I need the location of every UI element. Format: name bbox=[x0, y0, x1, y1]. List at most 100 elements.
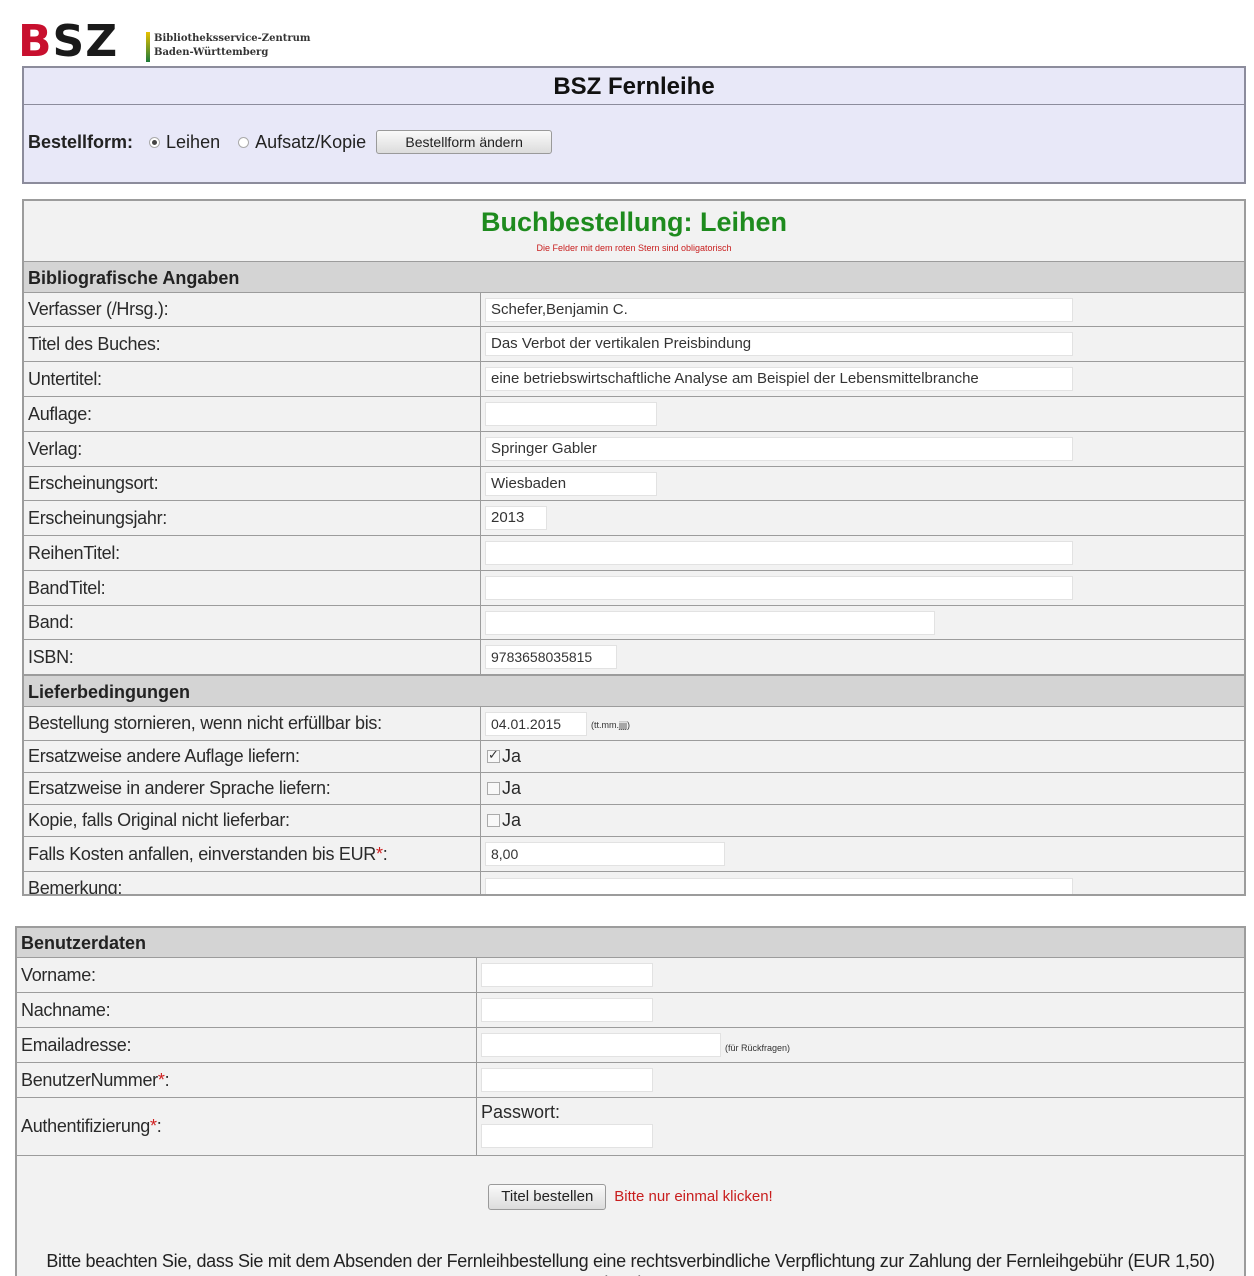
label-nachname: Nachname: bbox=[21, 999, 111, 1020]
input-bemerkung[interactable] bbox=[485, 878, 1073, 894]
input-band[interactable] bbox=[485, 611, 935, 635]
row-kosten: Falls Kosten anfallen, einverstanden bis… bbox=[24, 837, 1244, 872]
label-kopie: Kopie, falls Original nicht lieferbar: bbox=[28, 810, 290, 830]
bestellform-aendern-button[interactable]: Bestellform ändern bbox=[376, 130, 553, 154]
row-email: Emailadresse: (für Rückfragen) bbox=[17, 1028, 1244, 1063]
logo-text: Bibliotheksservice-Zentrum Baden-Württem… bbox=[154, 32, 344, 60]
radio-leihen-label: Leihen bbox=[166, 131, 221, 152]
row-authentifizierung: Authentifizierung *: Passwort: bbox=[17, 1098, 1244, 1156]
checkbox-andere-auflage[interactable]: Ja bbox=[487, 741, 521, 772]
label-andere-auflage: Ersatzweise andere Auflage liefern: bbox=[28, 746, 300, 766]
checkbox-kopie-label: Ja bbox=[502, 810, 522, 830]
row-andere-auflage: Ersatzweise andere Auflage liefern: Ja bbox=[24, 741, 1244, 773]
checkbox-andere-sprache-label: Ja bbox=[502, 778, 522, 798]
section-lieferbedingungen: Lieferbedingungen bbox=[24, 675, 1244, 707]
logo-color-bar bbox=[146, 32, 150, 62]
row-verfasser: Verfasser (/Hrsg.): Schefer,Benjamin C. bbox=[24, 293, 1244, 327]
label-bandtitel: BandTitel: bbox=[28, 577, 106, 598]
input-untertitel[interactable]: eine betriebswirtschaftliche Analyse am … bbox=[485, 367, 1073, 391]
row-nachname: Nachname: bbox=[17, 993, 1244, 1028]
input-verlag[interactable]: Springer Gabler bbox=[485, 437, 1073, 461]
label-auflage: Auflage: bbox=[28, 403, 92, 424]
legal-note: Bitte beachten Sie, dass Sie mit dem Abs… bbox=[46, 1251, 1215, 1276]
input-passwort[interactable] bbox=[481, 1124, 653, 1148]
input-stornieren-datum[interactable]: 04.01.2015 bbox=[485, 712, 587, 736]
row-erscheinungsjahr: Erscheinungsjahr: 2013 bbox=[24, 501, 1244, 536]
row-auflage: Auflage: bbox=[24, 397, 1244, 432]
checkbox-andere-auflage-label: Ja bbox=[502, 746, 522, 766]
required-star: * bbox=[376, 843, 383, 864]
label-authentifizierung: Authentifizierung *: bbox=[21, 1116, 162, 1136]
section-benutzerdaten: Benutzerdaten bbox=[17, 928, 1244, 958]
radio-leihen-button[interactable] bbox=[149, 136, 161, 148]
label-band: Band: bbox=[28, 612, 74, 632]
row-untertitel: Untertitel: eine betriebswirtschaftliche… bbox=[24, 362, 1244, 397]
label-passwort: Passwort: bbox=[481, 1102, 561, 1122]
logo-line-2: Baden-Württemberg bbox=[154, 47, 269, 58]
section-bibliografische-angaben: Bibliografische Angaben bbox=[24, 261, 1244, 293]
form-title: Buchbestellung: Leihen bbox=[480, 207, 788, 237]
titel-bestellen-button[interactable]: Titel bestellen bbox=[488, 1184, 607, 1210]
date-format-hint: (tt.mm.jjjj) bbox=[591, 720, 630, 730]
row-kopie: Kopie, falls Original nicht lieferbar: J… bbox=[24, 805, 1244, 837]
row-reihentitel: ReihenTitel: bbox=[24, 536, 1244, 571]
checkbox-kopie[interactable]: Ja bbox=[487, 805, 521, 836]
header-panel: BSZ Fernleihe Bestellform: Leihen Aufsat… bbox=[22, 66, 1246, 184]
checkbox-andere-sprache-box[interactable] bbox=[487, 782, 500, 795]
label-untertitel: Untertitel: bbox=[28, 368, 102, 389]
checkbox-kopie-box[interactable] bbox=[487, 814, 500, 827]
row-vorname: Vorname: bbox=[17, 958, 1244, 993]
row-verlag: Verlag: Springer Gabler bbox=[24, 432, 1244, 467]
input-erscheinungsort[interactable]: Wiesbaden bbox=[485, 472, 657, 496]
page-title: BSZ Fernleihe bbox=[24, 70, 1244, 105]
checkbox-andere-auflage-box[interactable] bbox=[487, 747, 500, 763]
radio-aufsatz-kopie-label: Aufsatz/Kopie bbox=[255, 131, 367, 152]
label-benutzernummer-text: BenutzerNummer bbox=[21, 1069, 158, 1090]
bestellform-label: Bestellform: bbox=[28, 131, 134, 152]
row-band: Band: bbox=[24, 606, 1244, 640]
label-erscheinungsjahr: Erscheinungsjahr: bbox=[28, 507, 167, 528]
label-titel: Titel des Buches: bbox=[28, 333, 161, 354]
input-erscheinungsjahr[interactable]: 2013 bbox=[485, 506, 547, 530]
row-bemerkung: Bemerkung: bbox=[24, 872, 1244, 896]
input-isbn[interactable]: 9783658035815 bbox=[485, 645, 617, 669]
row-erscheinungsort: Erscheinungsort: Wiesbaden bbox=[24, 467, 1244, 501]
input-bandtitel[interactable] bbox=[485, 576, 1073, 600]
row-isbn: ISBN: 9783658035815 bbox=[24, 640, 1244, 675]
required-star: * bbox=[157, 1069, 165, 1090]
input-email[interactable] bbox=[481, 1033, 721, 1057]
row-bandtitel: BandTitel: bbox=[24, 571, 1244, 606]
email-hint: (für Rückfragen) bbox=[725, 1043, 791, 1053]
radio-aufsatz-kopie[interactable]: Aufsatz/Kopie bbox=[238, 132, 366, 153]
row-benutzernummer: BenutzerNummer *: bbox=[17, 1063, 1244, 1098]
label-authentifizierung-text: Authentifizierung bbox=[21, 1116, 150, 1136]
submit-area: Titel bestellen Bitte nur einmal klicken!… bbox=[17, 1158, 1244, 1276]
label-email: Emailadresse: bbox=[21, 1034, 132, 1055]
checkbox-andere-sprache[interactable]: Ja bbox=[487, 773, 521, 804]
label-isbn: ISBN: bbox=[28, 646, 74, 667]
label-bemerkung: Bemerkung: bbox=[28, 878, 123, 896]
form-required-note: Die Felder mit dem roten Stern sind obli… bbox=[536, 243, 732, 253]
input-auflage[interactable] bbox=[485, 402, 657, 426]
logo-letters: BSZ bbox=[18, 16, 119, 67]
input-benutzernummer[interactable] bbox=[481, 1068, 653, 1092]
radio-leihen[interactable]: Leihen bbox=[149, 132, 220, 153]
required-star: * bbox=[150, 1116, 157, 1136]
input-titel[interactable]: Das Verbot der vertikalen Preisbindung bbox=[485, 332, 1073, 356]
label-erscheinungsort: Erscheinungsort: bbox=[28, 473, 159, 493]
user-data-panel: Benutzerdaten Vorname: Nachname: Emailad… bbox=[15, 926, 1246, 1276]
input-vorname[interactable] bbox=[481, 963, 653, 987]
label-kosten: Falls Kosten anfallen, einverstanden bis… bbox=[28, 843, 388, 864]
label-kosten-text: Falls Kosten anfallen, einverstanden bis… bbox=[28, 843, 376, 864]
input-nachname[interactable] bbox=[481, 998, 653, 1022]
label-reihentitel: ReihenTitel: bbox=[28, 542, 120, 563]
label-andere-sprache: Ersatzweise in anderer Sprache liefern: bbox=[28, 778, 331, 798]
row-stornieren: Bestellung stornieren, wenn nicht erfüll… bbox=[24, 707, 1244, 741]
radio-aufsatz-kopie-button[interactable] bbox=[238, 136, 250, 148]
input-reihentitel[interactable] bbox=[485, 541, 1073, 565]
input-verfasser[interactable]: Schefer,Benjamin C. bbox=[485, 298, 1073, 322]
label-verlag: Verlag: bbox=[28, 438, 82, 459]
row-andere-sprache: Ersatzweise in anderer Sprache liefern: … bbox=[24, 773, 1244, 805]
row-titel: Titel des Buches: Das Verbot der vertika… bbox=[24, 327, 1244, 362]
input-kosten[interactable]: 8,00 bbox=[485, 842, 725, 866]
